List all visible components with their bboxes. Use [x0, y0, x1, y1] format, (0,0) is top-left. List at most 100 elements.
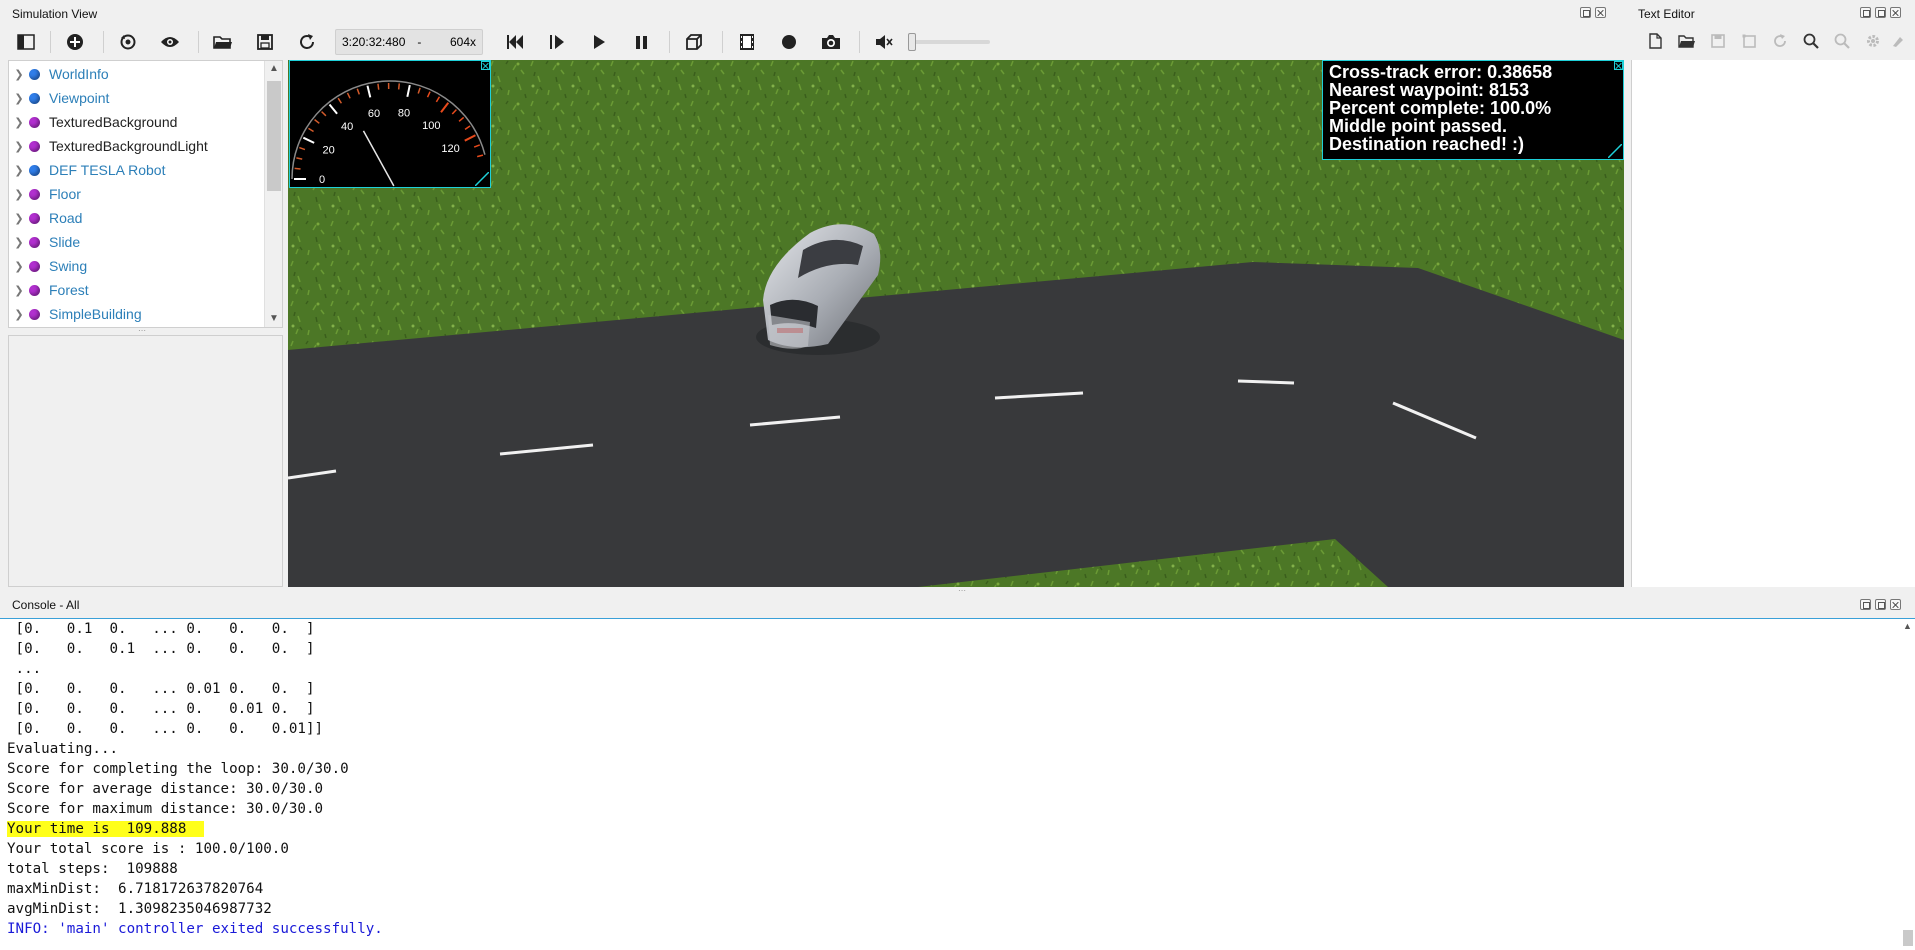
gauge-tick-label: 80 [398, 107, 410, 119]
console-line: Score for average distance: 30.0/30.0 [0, 779, 1915, 799]
save-file-button[interactable] [1702, 31, 1733, 51]
save-world-button[interactable] [251, 28, 279, 56]
resize-handle-icon[interactable] [1608, 144, 1622, 158]
speedometer-gauge: 0 20 40 60 80 100120 [291, 80, 486, 187]
gauge-tick [476, 154, 484, 158]
gauge-tick [406, 84, 411, 98]
scene-tree-scrollbar[interactable]: ▲ ▼ [264, 61, 282, 327]
console-output[interactable]: [0. 0.1 0. ... 0. 0. 0. ] [0. 0. 0.1 ...… [0, 618, 1915, 950]
view-3d-icon [686, 34, 702, 50]
scroll-up-icon[interactable]: ▲ [1903, 621, 1912, 631]
simulation-view-window-buttons [1580, 7, 1606, 18]
tree-item[interactable]: ❯ Road [9, 206, 282, 230]
scroll-down-icon[interactable]: ▼ [265, 311, 282, 327]
tree-item[interactable]: ❯ DEF TESLA Robot [9, 158, 282, 182]
simulation-3d-view[interactable]: 0 20 40 60 80 100 120 Cross-track error: 0.386… [288, 60, 1624, 587]
visibility-button[interactable] [156, 28, 184, 56]
splitter-handle[interactable]: ⋯ [138, 327, 148, 335]
close-icon[interactable] [1595, 7, 1606, 18]
expand-arrow-icon[interactable]: ❯ [9, 284, 29, 297]
tree-item-label: Forest [49, 282, 89, 298]
node-type-icon [29, 284, 40, 296]
expand-arrow-icon[interactable]: ❯ [9, 164, 29, 177]
simulation-time-display: 3:20:32:480 - 604x [335, 29, 483, 55]
expand-arrow-icon[interactable]: ❯ [9, 236, 29, 249]
play-icon [594, 35, 605, 49]
scroll-up-icon[interactable]: ▲ [265, 61, 282, 77]
mute-icon [876, 35, 893, 49]
tree-item[interactable]: ❯ WorldInfo [9, 62, 282, 86]
console-line: Evaluating... [0, 739, 1915, 759]
tree-item-label: Swing [49, 258, 88, 274]
play-button[interactable] [585, 28, 613, 56]
node-type-icon [29, 92, 40, 104]
pause-button[interactable] [627, 28, 655, 56]
revert-file-icon [1773, 34, 1786, 47]
console-line: [0. 0. 0.1 ... 0. 0. 0. ] [0, 639, 1915, 659]
gauge-tick-label: 40 [341, 121, 353, 133]
view-3d-button[interactable] [680, 28, 708, 56]
new-file-button[interactable] [1640, 31, 1671, 51]
find-button[interactable] [1795, 31, 1826, 51]
console-info-line: INFO: 'main' controller exited successfu… [0, 919, 1915, 939]
volume-slider[interactable] [908, 33, 990, 51]
expand-arrow-icon[interactable]: ❯ [9, 260, 29, 273]
gauge-tick [314, 119, 320, 124]
tree-item[interactable]: ❯ Viewpoint [9, 86, 282, 110]
maximize-icon[interactable] [1875, 7, 1886, 18]
expand-arrow-icon[interactable]: ❯ [9, 140, 29, 153]
tree-item[interactable]: ❯ SimpleBuilding [9, 302, 282, 326]
middle-point-status: Middle point passed. [1329, 116, 1508, 136]
scene-tree-scroll-thumb[interactable] [267, 81, 281, 191]
tree-item-label: Viewpoint [49, 90, 110, 106]
gauge-tick [296, 157, 303, 160]
find-next-button[interactable] [1826, 31, 1857, 51]
screenshot-button[interactable] [817, 28, 845, 56]
float-icon[interactable] [1860, 7, 1871, 18]
float-icon[interactable] [1860, 599, 1871, 610]
reset-view-button[interactable] [114, 28, 142, 56]
console-line: [0. 0. 0. ... 0. 0.01 0. ] [0, 699, 1915, 719]
node-type-icon [29, 164, 40, 176]
console-scrollbar[interactable]: ▲ [1901, 619, 1915, 950]
splitter-handle[interactable]: ⋯ [958, 587, 970, 595]
tree-item[interactable]: ❯ Floor [9, 182, 282, 206]
reset-simulation-button[interactable] [501, 28, 529, 56]
volume-slider-knob[interactable] [908, 33, 916, 51]
expand-arrow-icon[interactable]: ❯ [9, 212, 29, 225]
mute-button[interactable] [870, 28, 898, 56]
video-record-button[interactable] [733, 28, 761, 56]
open-file-button[interactable] [1671, 31, 1702, 51]
close-icon[interactable] [1890, 599, 1901, 610]
float-icon[interactable] [1580, 7, 1591, 18]
open-world-button[interactable] [209, 28, 237, 56]
save-all-button[interactable] [1733, 31, 1764, 51]
step-button[interactable] [543, 28, 571, 56]
compile-button[interactable] [1857, 31, 1888, 51]
expand-arrow-icon[interactable]: ❯ [9, 308, 29, 321]
resize-handle-icon[interactable] [475, 172, 489, 186]
maximize-icon[interactable] [1875, 599, 1886, 610]
expand-arrow-icon[interactable]: ❯ [9, 188, 29, 201]
expand-arrow-icon[interactable]: ❯ [9, 68, 29, 81]
expand-arrow-icon[interactable]: ❯ [9, 116, 29, 129]
tree-item[interactable]: ❯ Swing [9, 254, 282, 278]
add-node-button[interactable] [61, 28, 89, 56]
text-editor-area[interactable] [1631, 60, 1915, 587]
tree-item[interactable]: ❯ TexturedBackgroundLight [9, 134, 282, 158]
record-button[interactable] [775, 28, 803, 56]
close-icon[interactable] [481, 61, 490, 70]
revert-file-button[interactable] [1764, 31, 1795, 51]
gauge-tick [451, 109, 457, 115]
tree-item[interactable]: ❯ Forest [9, 278, 282, 302]
console-scroll-thumb[interactable] [1903, 930, 1913, 946]
toolbar-divider [722, 31, 723, 53]
tree-item[interactable]: ❯ Slide [9, 230, 282, 254]
clean-button[interactable] [1888, 31, 1908, 51]
expand-arrow-icon[interactable]: ❯ [9, 92, 29, 105]
toggle-scene-tree-button[interactable] [12, 28, 40, 56]
reload-world-button[interactable] [293, 28, 321, 56]
close-icon[interactable] [1890, 7, 1901, 18]
tree-item[interactable]: ❯ TexturedBackground [9, 110, 282, 134]
close-icon[interactable] [1614, 61, 1623, 70]
